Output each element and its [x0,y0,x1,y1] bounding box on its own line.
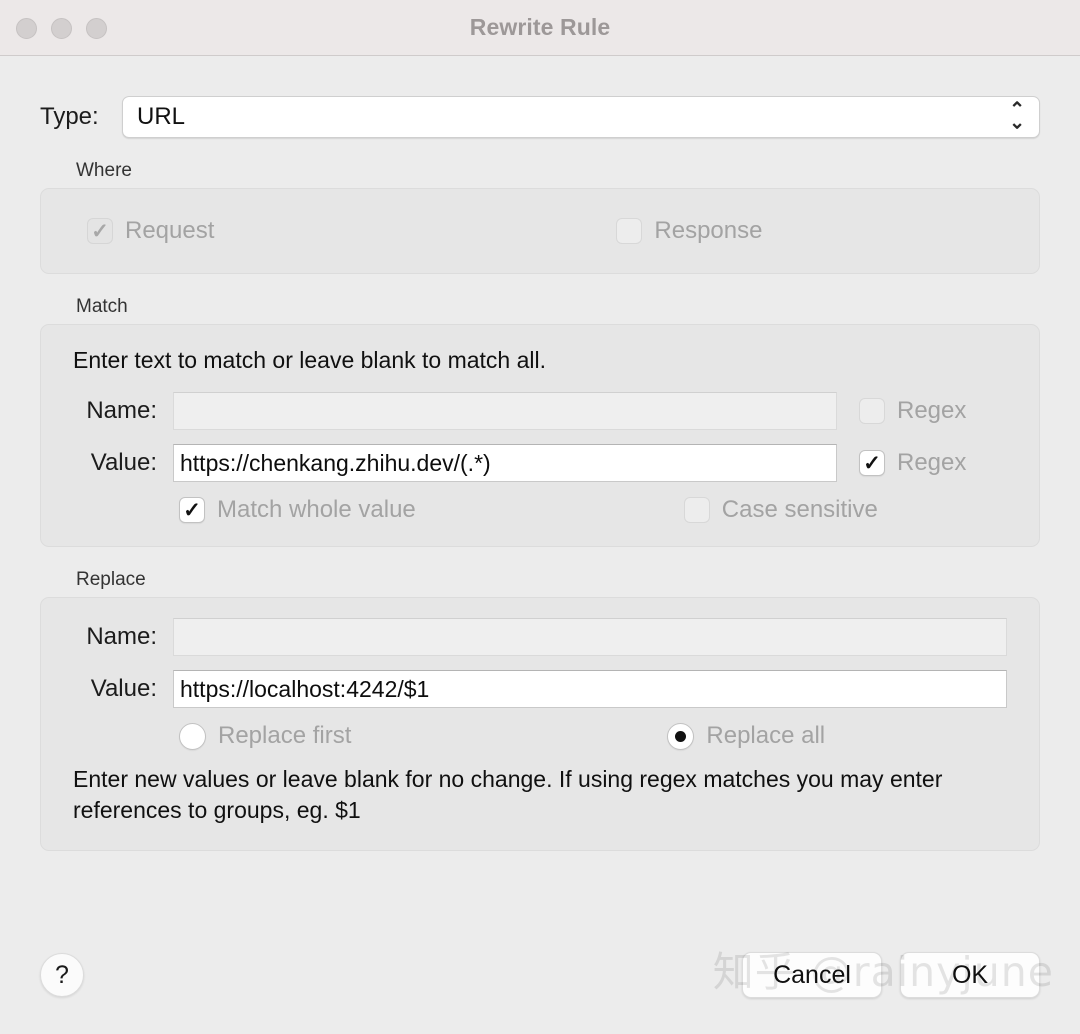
where-group-title: Where [76,160,132,181]
match-group-box: Enter text to match or leave blank to ma… [40,324,1040,547]
checkbox-case-sensitive-box [683,497,710,523]
where-group-box: ✓ Request Response [40,188,1040,274]
checkbox-request-label: Request [125,217,215,244]
help-button[interactable]: ? [40,953,84,997]
radio-replace-first-circle [179,722,206,750]
checkbox-response-label: Response [654,217,763,244]
replace-name-label: Name: [86,623,157,650]
replace-name-input[interactable] [173,618,1007,656]
checkbox-response-box [616,218,643,244]
cancel-button[interactable]: Cancel [742,952,882,998]
replace-hint: Enter new values or leave blank for no c… [73,766,943,824]
replace-value-input[interactable]: https://localhost:4242/$1 [173,670,1007,708]
checkbox-response[interactable]: Response [616,217,762,245]
type-label: Type: [40,103,99,130]
checkbox-match-name-regex-box [859,398,885,424]
radio-replace-first-label: Replace first [218,722,352,749]
rewrite-rule-dialog: Rewrite Rule Type: URL ⌃ ⌄ Where ✓ Reque… [0,0,1080,1034]
match-name-input[interactable] [173,392,837,430]
checkbox-request-box: ✓ [87,218,113,244]
match-options-row: ✓ Match whole value Case sensitive [73,496,1007,524]
radio-replace-all-label: Replace all [706,722,826,749]
match-value-row: Value: https://chenkang.zhihu.dev/(.*) ✓… [73,444,1007,482]
checkbox-match-name-regex-label: Regex [897,397,967,424]
dialog-content: Type: URL ⌃ ⌄ Where ✓ Request Response M… [0,56,1080,1034]
replace-options-row: Replace first Replace all [73,722,1007,750]
replace-group: Replace Name: Value: https://localhost:4… [40,569,1040,852]
checkbox-case-sensitive[interactable]: Case sensitive [683,496,878,524]
titlebar: Rewrite Rule [0,0,1080,56]
replace-name-row: Name: [73,618,1007,656]
close-button[interactable] [16,18,37,39]
radio-replace-first[interactable]: Replace first [179,722,351,750]
chevron-updown-icon[interactable]: ⌃ ⌄ [1009,100,1025,134]
chevron-down-icon: ⌄ [1009,113,1025,134]
radio-replace-all-circle [667,722,695,750]
checkbox-match-whole-value-label: Match whole value [217,496,416,523]
checkbox-match-whole-value-box: ✓ [179,497,205,523]
checkbox-match-value-regex-label: Regex [897,449,967,476]
type-select[interactable]: URL ⌃ ⌄ [122,96,1040,138]
replace-value-label: Value: [90,675,157,702]
minimize-button[interactable] [51,18,72,39]
checkbox-match-whole-value[interactable]: ✓ Match whole value [179,496,416,524]
footer-button-group: Cancel OK [742,952,1040,998]
radio-replace-all[interactable]: Replace all [667,722,825,750]
match-value-label: Value: [90,449,157,476]
match-name-row: Name: Regex [73,392,1007,430]
replace-value-row: Value: https://localhost:4242/$1 [73,670,1007,708]
where-group: Where ✓ Request Response [40,160,1040,274]
replace-group-box: Name: Value: https://localhost:4242/$1 R… [40,597,1040,852]
window-controls [16,18,107,39]
checkbox-request[interactable]: ✓ Request [87,217,214,245]
match-group: Match Enter text to match or leave blank… [40,296,1040,547]
zoom-button[interactable] [86,18,107,39]
match-value-regex[interactable]: ✓ Regex [837,449,1007,477]
dialog-footer: ? Cancel OK [40,952,1040,998]
window-title: Rewrite Rule [469,14,611,40]
checkbox-match-value-regex-box: ✓ [859,450,885,476]
type-select-value: URL [137,103,186,130]
type-row: Type: URL ⌃ ⌄ [40,56,1040,138]
match-group-title: Match [76,296,128,317]
match-hint: Enter text to match or leave blank to ma… [73,347,547,373]
match-value-input[interactable]: https://chenkang.zhihu.dev/(.*) [173,444,837,482]
checkbox-case-sensitive-label: Case sensitive [721,496,878,523]
match-name-regex[interactable]: Regex [837,397,1007,425]
ok-button[interactable]: OK [900,952,1040,998]
replace-group-title: Replace [76,569,146,590]
match-name-label: Name: [86,397,157,424]
